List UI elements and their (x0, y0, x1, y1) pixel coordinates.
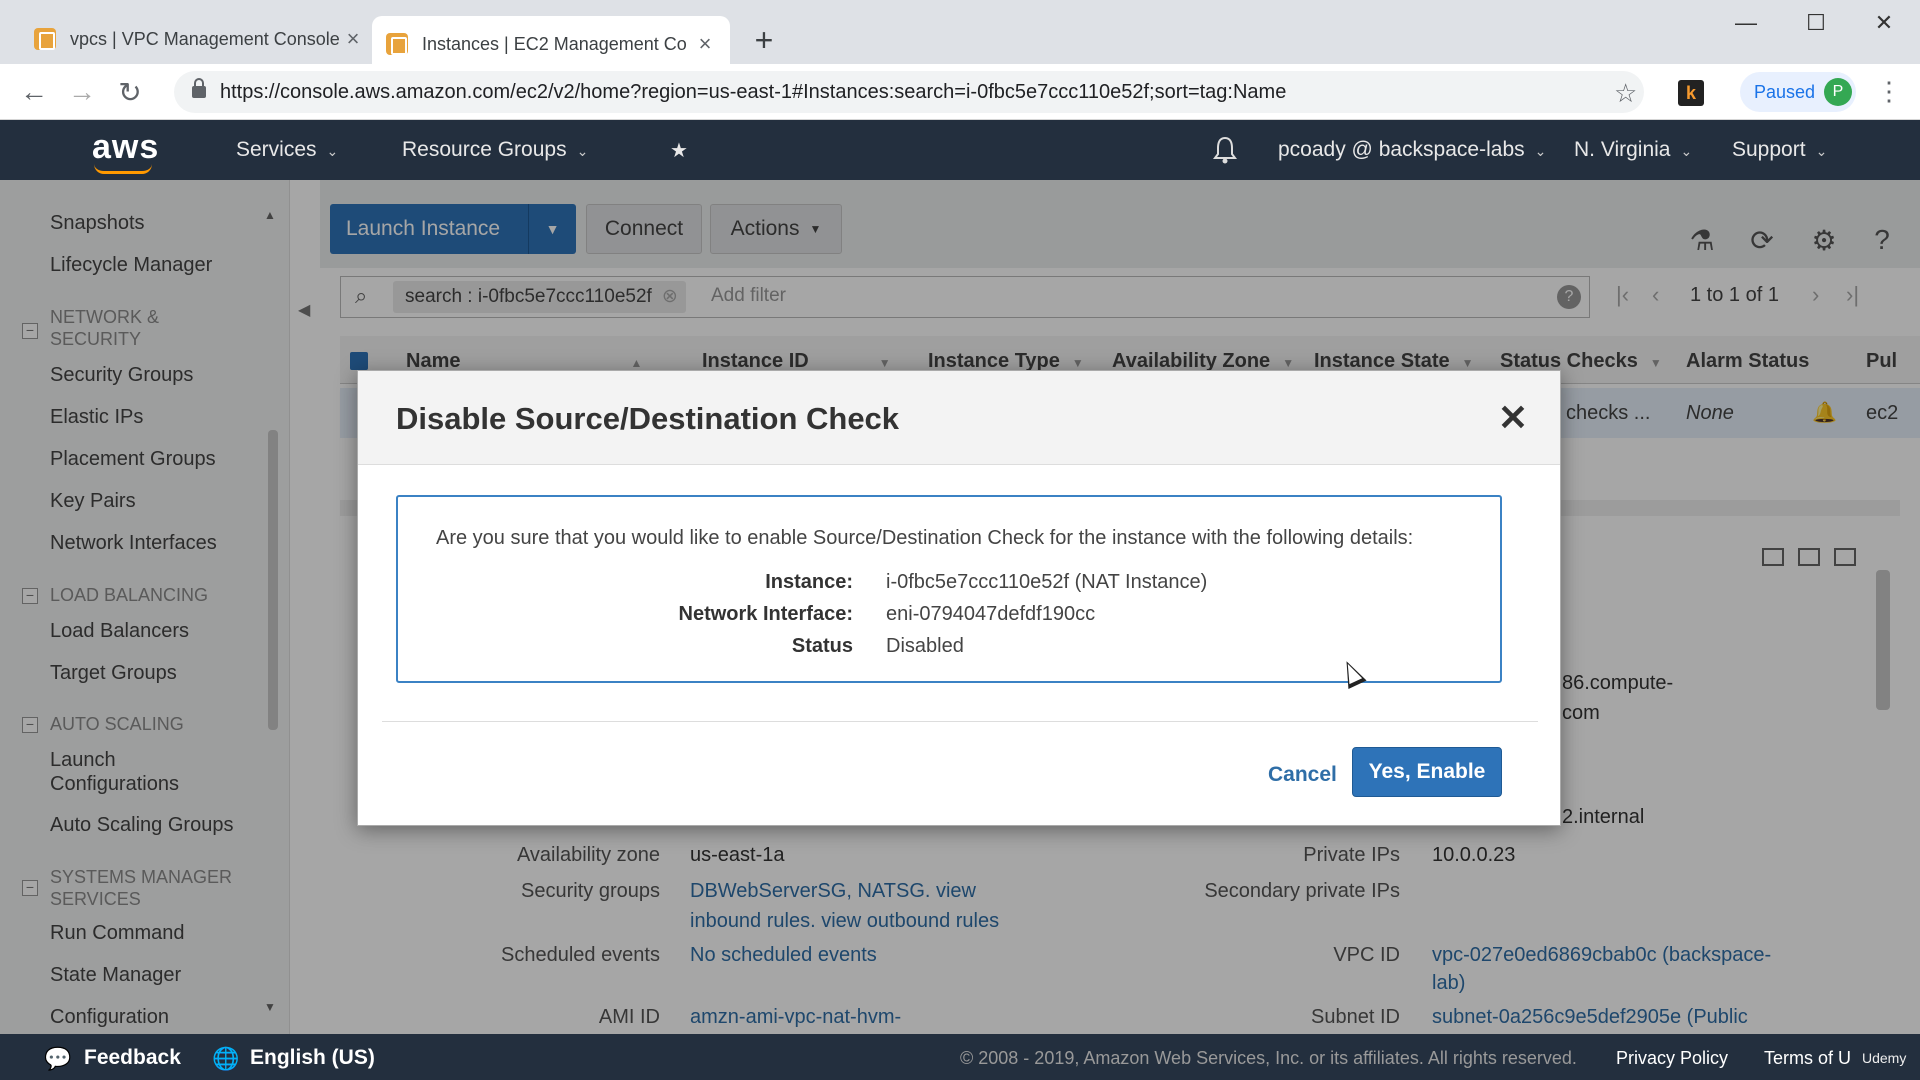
new-tab-icon[interactable]: + (748, 22, 780, 59)
support-menu[interactable]: Support ⌄ (1732, 138, 1827, 162)
avatar: P (1824, 78, 1852, 106)
services-menu[interactable]: Services ⌄ (236, 138, 338, 162)
back-icon[interactable]: ← (16, 76, 52, 108)
copyright-text: © 2008 - 2019, Amazon Web Services, Inc.… (960, 1048, 1577, 1068)
instance-value: i-0fbc5e7ccc110e52f (NAT Instance) (886, 571, 1208, 593)
cancel-button[interactable]: Cancel (1268, 763, 1337, 787)
close-tab-icon[interactable]: × (694, 31, 716, 57)
resource-groups-label: Resource Groups (402, 138, 567, 161)
services-label: Services (236, 138, 317, 161)
close-window-icon[interactable]: ✕ (1864, 10, 1904, 36)
dialog-header: Disable Source/Destination Check ✕ (358, 371, 1560, 465)
aws-footer: 💬 Feedback 🌐 English (US) © 2008 - 2019,… (0, 1034, 1920, 1080)
bookmark-star-icon[interactable]: ☆ (1614, 78, 1637, 109)
status-value: Disabled (886, 635, 964, 657)
resource-groups-menu[interactable]: Resource Groups ⌄ (402, 138, 588, 162)
profile-status: Paused (1754, 81, 1816, 102)
close-icon[interactable]: ✕ (1498, 397, 1528, 439)
region-menu[interactable]: N. Virginia ⌄ (1574, 138, 1692, 162)
terms-link[interactable]: Terms of U (1764, 1048, 1851, 1069)
url-text: https://console.aws.amazon.com/ec2/v2/ho… (220, 80, 1287, 103)
chevron-down-icon: ⌄ (1534, 143, 1547, 159)
browser-toolbar: ← → ↻ https://console.aws.amazon.com/ec2… (0, 64, 1920, 120)
support-label: Support (1732, 138, 1806, 161)
status-label: Status (791, 635, 853, 657)
network-interface-value: eni-0794047defdf190cc (886, 603, 1096, 625)
account-menu[interactable]: pcoady @ backspace-labs ⌄ (1278, 138, 1546, 162)
chevron-down-icon: ⌄ (1815, 143, 1828, 159)
dialog-divider (382, 721, 1538, 722)
reload-icon[interactable]: ↻ (112, 76, 148, 109)
privacy-policy-link[interactable]: Privacy Policy (1616, 1048, 1728, 1069)
address-bar[interactable]: https://console.aws.amazon.com/ec2/v2/ho… (174, 71, 1644, 113)
pin-icon[interactable]: ★ (670, 138, 688, 163)
feedback-link[interactable]: Feedback (84, 1046, 181, 1070)
dialog-title: Disable Source/Destination Check (396, 401, 900, 436)
browser-tab-vpc[interactable]: vpcs | VPC Management Console × (20, 16, 378, 62)
aws-logo-smile (94, 164, 152, 174)
tab-title: Instances | EC2 Management Co (422, 33, 687, 54)
browser-tab-bar: vpcs | VPC Management Console × Instance… (0, 0, 1920, 72)
aws-logo[interactable]: aws (92, 128, 159, 167)
browser-menu-icon[interactable]: ⋮ (1876, 76, 1902, 107)
extension-icon[interactable]: k (1678, 80, 1704, 106)
chevron-down-icon: ⌄ (326, 143, 339, 159)
profile-button[interactable]: Paused P (1740, 72, 1856, 112)
dialog-question: Are you sure that you would like to enab… (436, 527, 1414, 549)
network-interface-label: Network Interface: (678, 603, 854, 625)
notifications-bell-icon[interactable] (1212, 136, 1238, 164)
account-label: pcoady @ backspace-labs (1278, 138, 1525, 161)
close-tab-icon[interactable]: × (342, 26, 364, 52)
instance-label: Instance: (765, 571, 853, 593)
disable-source-dest-check-dialog: Disable Source/Destination Check ✕ Are y… (357, 370, 1561, 826)
feedback-icon: 💬 (44, 1046, 72, 1071)
dialog-info-box: Are you sure that you would like to enab… (396, 495, 1502, 683)
yes-enable-button[interactable]: Yes, Enable (1352, 747, 1502, 797)
maximize-window-icon[interactable]: ☐ (1796, 10, 1836, 36)
tab-title: vpcs | VPC Management Console (70, 28, 340, 49)
language-selector[interactable]: English (US) (250, 1046, 375, 1070)
minimize-window-icon[interactable]: — (1726, 10, 1766, 36)
region-label: N. Virginia (1574, 138, 1671, 161)
udemy-watermark: Udemy (1862, 1050, 1907, 1066)
globe-icon: 🌐 (212, 1046, 240, 1071)
chevron-down-icon: ⌄ (1680, 143, 1693, 159)
aws-top-nav: aws Services ⌄ Resource Groups ⌄ ★ pcoady … (0, 120, 1920, 180)
aws-favicon-icon (34, 28, 56, 50)
forward-icon[interactable]: → (64, 76, 100, 108)
chevron-down-icon: ⌄ (576, 143, 589, 159)
lock-icon (192, 78, 206, 98)
aws-favicon-icon (386, 33, 408, 55)
